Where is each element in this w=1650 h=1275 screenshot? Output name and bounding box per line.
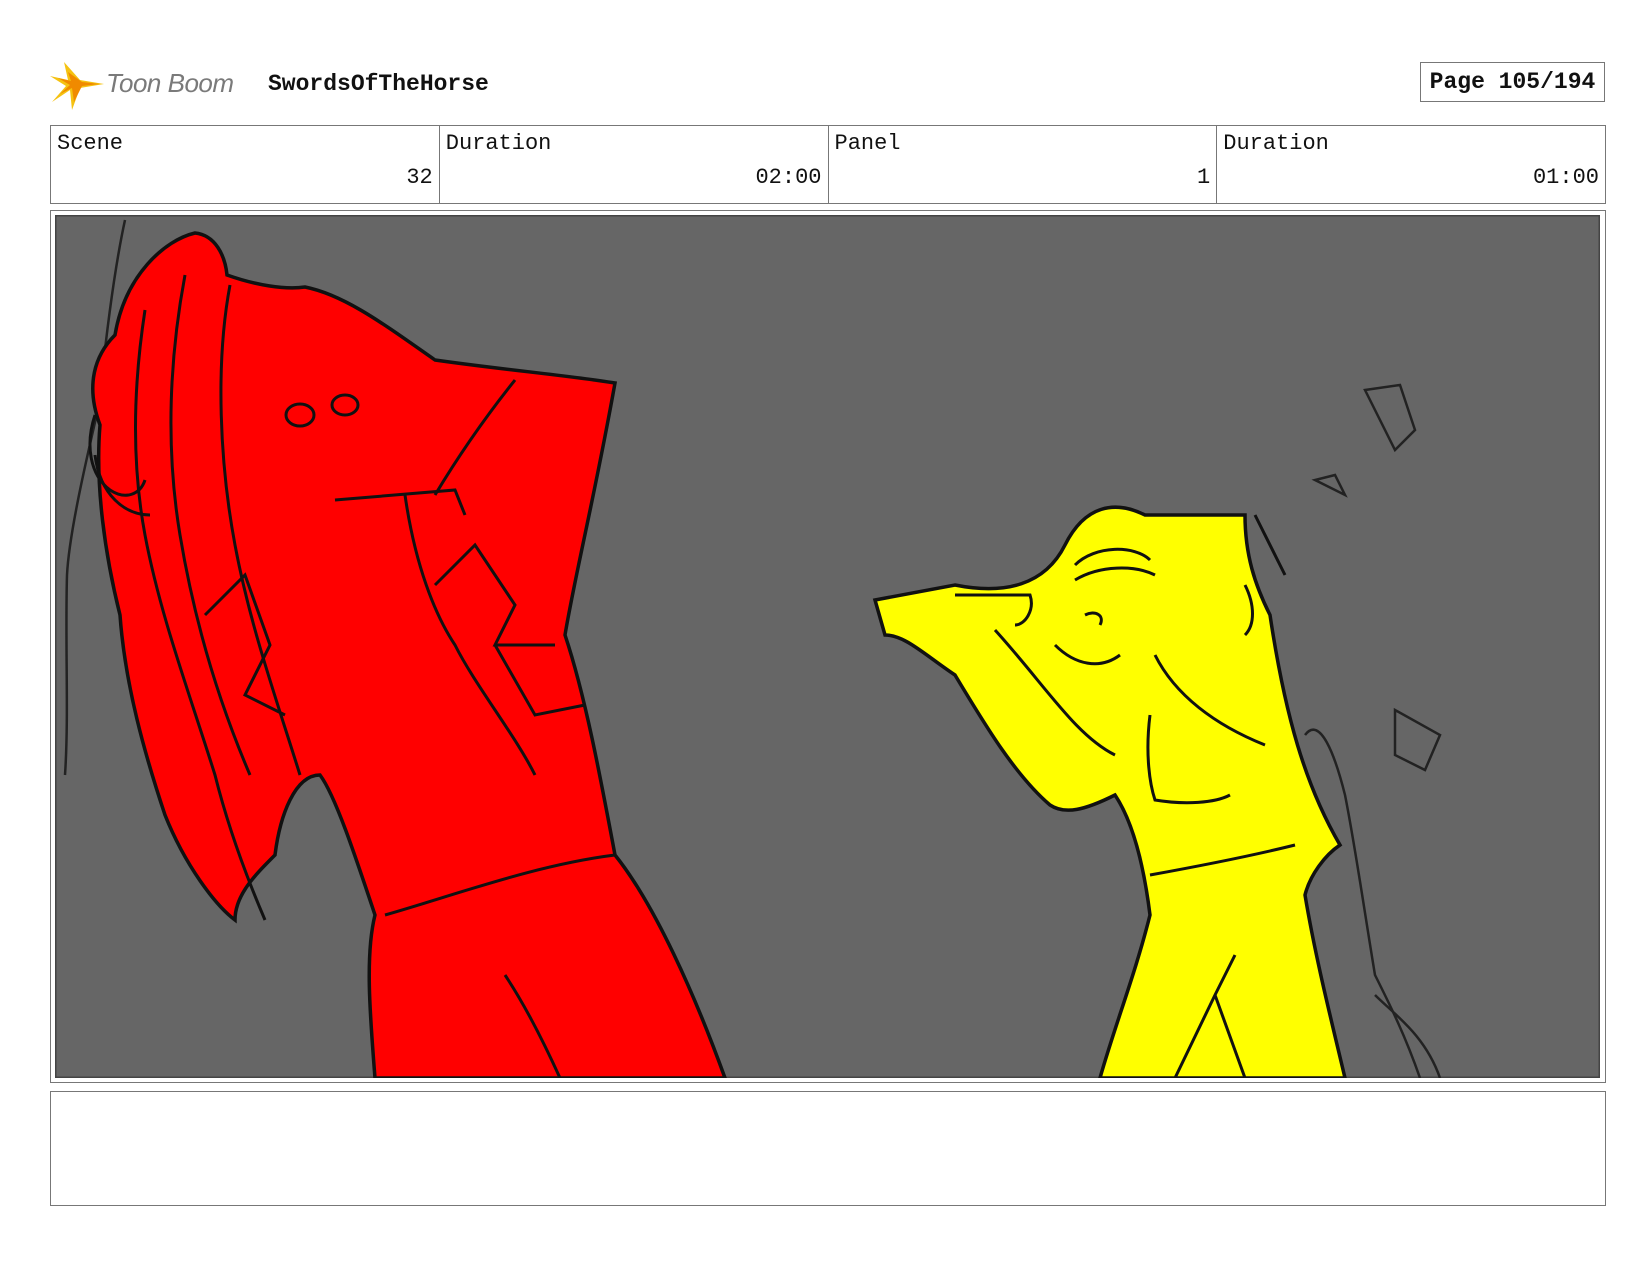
storyboard-header: Toon Boom SwordsOfTheHorse Page 105/194 bbox=[50, 55, 1605, 115]
panel-cell: Panel 1 bbox=[829, 126, 1218, 203]
panel-label: Panel bbox=[834, 131, 901, 156]
panel-frame bbox=[50, 210, 1606, 1083]
starburst-icon bbox=[50, 62, 104, 110]
panel-duration-cell: Duration 01:00 bbox=[1217, 126, 1605, 203]
toon-boom-logo: Toon Boom bbox=[50, 58, 250, 112]
scene-label: Scene bbox=[57, 131, 124, 156]
panel-duration-label: Duration bbox=[1223, 131, 1329, 156]
caption-box bbox=[50, 1091, 1606, 1206]
scene-value: 32 bbox=[406, 165, 433, 190]
panel-drawing bbox=[55, 215, 1600, 1078]
project-title: SwordsOfTheHorse bbox=[268, 71, 489, 97]
scene-duration-label: Duration bbox=[445, 131, 552, 156]
scene-duration-cell: Duration 02:00 bbox=[440, 126, 829, 203]
panel-value: 1 bbox=[1197, 165, 1211, 190]
scene-info-table: Scene 32 Duration 02:00 Panel 1 Duration… bbox=[50, 125, 1606, 204]
scene-duration-value: 02:00 bbox=[755, 165, 822, 190]
logo-wordmark: Toon Boom bbox=[106, 68, 234, 98]
page-indicator: Page 105/194 bbox=[1420, 62, 1605, 102]
panel-duration-value: 01:00 bbox=[1532, 165, 1599, 190]
scene-cell: Scene 32 bbox=[51, 126, 440, 203]
